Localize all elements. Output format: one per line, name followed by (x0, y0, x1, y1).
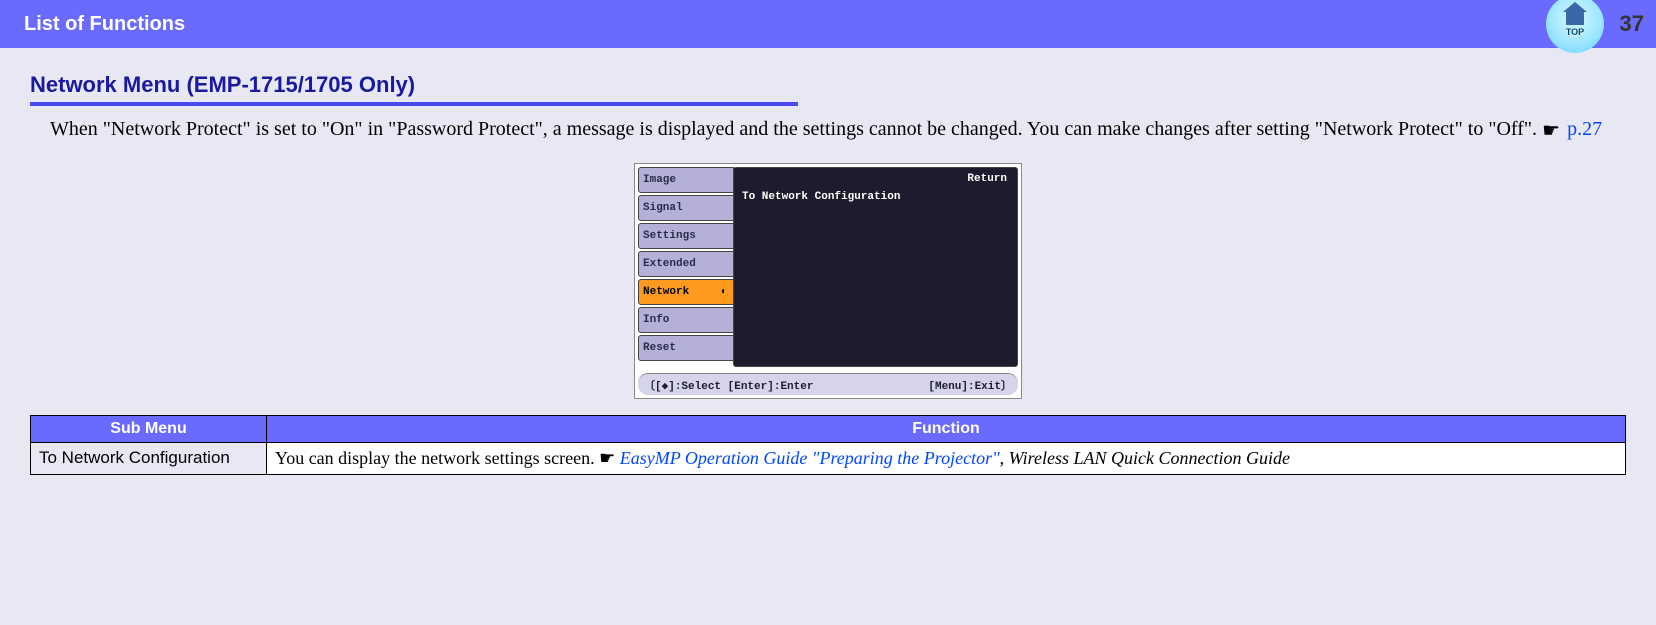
home-icon (1566, 11, 1584, 25)
menu-tab-extended[interactable]: Extended (638, 251, 734, 277)
footer-right: [Menu]:Exit〕 (928, 377, 1012, 393)
menu-tab-settings[interactable]: Settings (638, 223, 734, 249)
trailing-italic: Wireless LAN Quick Connection Guide (1009, 448, 1290, 468)
section-rule (30, 102, 798, 106)
menu-tab-reset[interactable]: Reset (638, 335, 734, 361)
menu-screenshot: ImageSignalSettingsExtendedNetwork◐InfoR… (634, 163, 1022, 399)
easymp-link[interactable]: EasyMP Operation Guide "Preparing the Pr… (620, 448, 1000, 468)
page-number: 37 (1620, 11, 1644, 37)
panel-return-label: Return (967, 173, 1007, 185)
header-bar: List of Functions TOP 37 (0, 0, 1656, 48)
page-reference-link[interactable]: p.27 (1567, 118, 1602, 140)
section-title: Network Menu (EMP-1715/1705 Only) (30, 72, 1626, 98)
top-nav-icon[interactable]: TOP (1546, 0, 1604, 53)
func-text: You can display the network settings scr… (275, 448, 599, 468)
menu-footer: 〔[◆]:Select [Enter]:Enter [Menu]:Exit〕 (638, 373, 1018, 395)
td-function: You can display the network settings scr… (267, 443, 1626, 475)
header-title: List of Functions (24, 13, 185, 36)
menu-tab-signal[interactable]: Signal (638, 195, 734, 221)
menu-tab-list: ImageSignalSettingsExtendedNetwork◐InfoR… (638, 167, 734, 367)
content-area: Network Menu (EMP-1715/1705 Only) When "… (0, 48, 1656, 475)
comma: , (1000, 448, 1009, 468)
function-table: Sub Menu Function To Network Configurati… (30, 415, 1626, 475)
menu-tab-network[interactable]: Network◐ (638, 279, 734, 305)
menu-body: ImageSignalSettingsExtendedNetwork◐InfoR… (635, 164, 1021, 370)
hand-icon: ☛ (1542, 118, 1562, 132)
th-function: Function (267, 416, 1626, 443)
enter-icon: ◐ (721, 287, 727, 298)
body-leading-text: When "Network Protect" is set to "On" in… (50, 118, 1542, 140)
td-submenu: To Network Configuration (31, 443, 267, 475)
hand-icon: ☛ (599, 448, 615, 468)
th-submenu: Sub Menu (31, 416, 267, 443)
table-row: To Network Configuration You can display… (31, 443, 1626, 475)
menu-tab-info[interactable]: Info (638, 307, 734, 333)
menu-panel: Return To Network Configuration (733, 167, 1018, 367)
top-label: TOP (1566, 27, 1584, 37)
menu-tab-image[interactable]: Image (638, 167, 734, 193)
panel-item: To Network Configuration (742, 191, 1009, 203)
body-paragraph: When "Network Protect" is set to "On" in… (30, 116, 1626, 143)
footer-left: 〔[◆]:Select [Enter]:Enter (644, 377, 813, 393)
